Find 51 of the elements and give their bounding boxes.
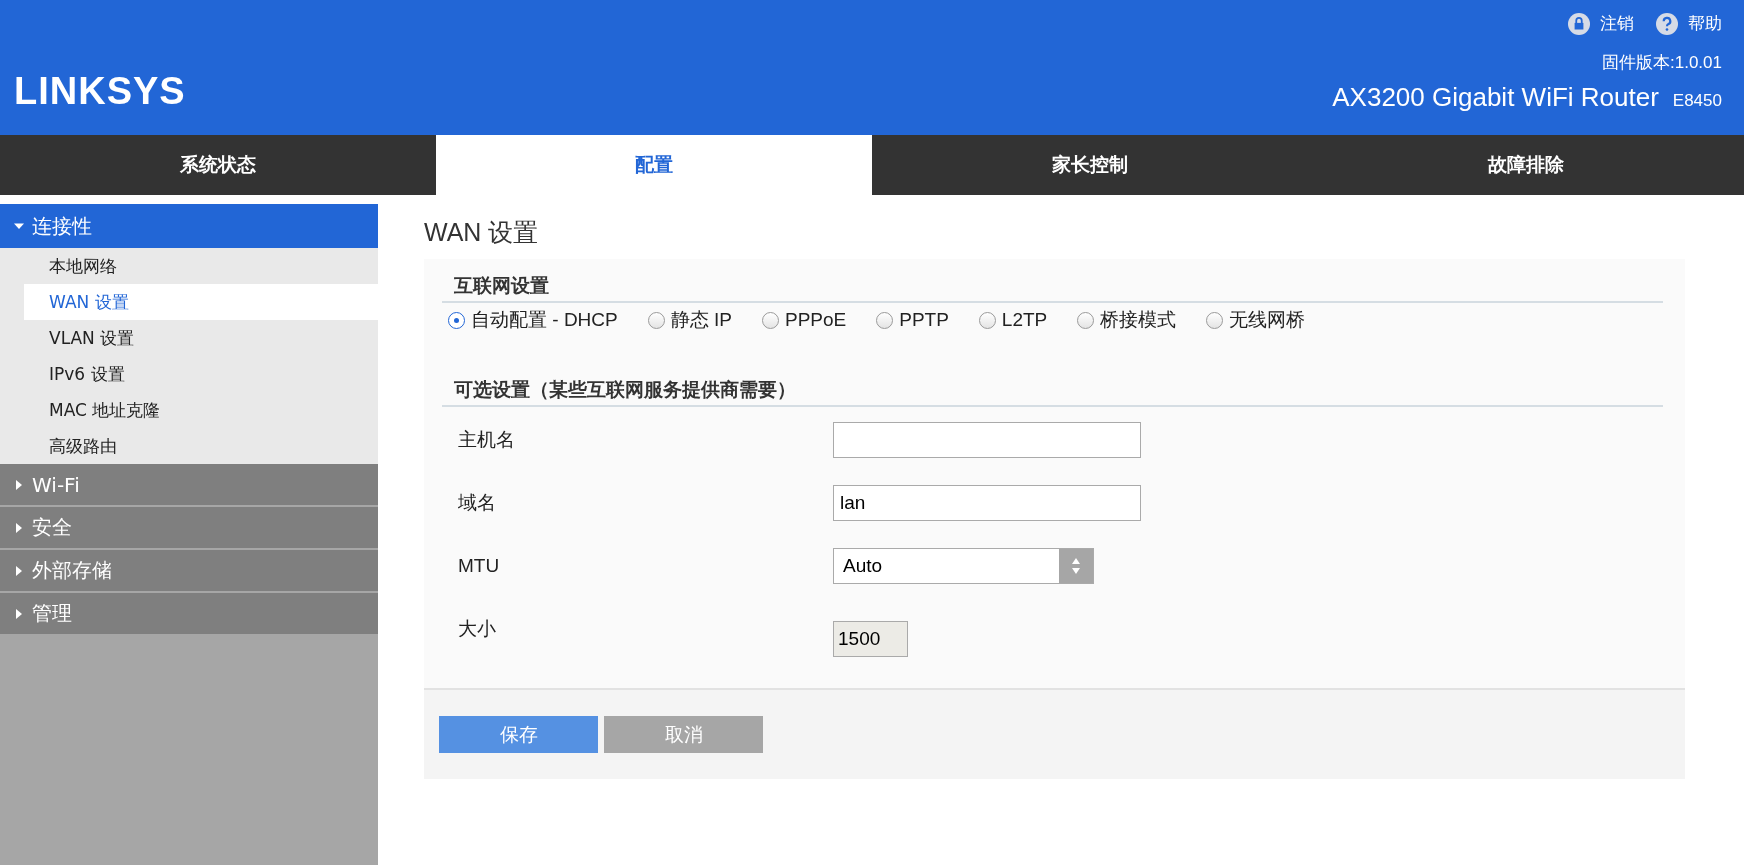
sidebar-item[interactable]: IPv6 设置 bbox=[24, 356, 378, 392]
field-label: 大小 bbox=[458, 617, 497, 641]
caret-right-icon bbox=[14, 522, 24, 533]
radio-button[interactable] bbox=[876, 311, 894, 329]
text-field[interactable] bbox=[833, 422, 1141, 458]
sidebar-group[interactable]: 连接性 bbox=[0, 204, 378, 248]
section-heading: 可选设置（某些互联网服务提供商需要） bbox=[442, 377, 1663, 407]
sidebar-group[interactable]: Wi-Fi bbox=[0, 464, 378, 507]
help-icon bbox=[1656, 12, 1678, 35]
radio-button[interactable] bbox=[647, 311, 665, 329]
radio-label: 静态 IP bbox=[670, 308, 732, 332]
caret-down-icon bbox=[14, 221, 24, 231]
header-link[interactable]: 帮助 bbox=[1656, 12, 1722, 35]
firmware-version: 固件版本:1.0.01 bbox=[1602, 52, 1722, 74]
radio-label: L2TP bbox=[1001, 309, 1048, 331]
page-title: WAN 设置 bbox=[424, 217, 540, 248]
caret-right-icon bbox=[14, 479, 24, 490]
radio-label: 桥接模式 bbox=[1100, 308, 1177, 332]
sidebar-item[interactable]: WAN 设置 bbox=[24, 284, 378, 320]
sidebar-item[interactable]: MAC 地址克隆 bbox=[24, 392, 378, 428]
logo: LINKSYS bbox=[14, 70, 186, 113]
field-label: 主机名 bbox=[458, 428, 516, 452]
radio-label: PPTP bbox=[899, 309, 949, 331]
sidebar-group[interactable]: 安全 bbox=[0, 507, 378, 550]
field-label: 域名 bbox=[458, 491, 497, 515]
field-label: MTU bbox=[458, 555, 501, 577]
spinner-icon bbox=[1059, 549, 1093, 583]
radio-label: 无线网桥 bbox=[1229, 308, 1306, 332]
radio-button[interactable] bbox=[448, 311, 465, 329]
text-field[interactable]: lan bbox=[833, 485, 1141, 521]
radio-label: 自动配置 - DHCP bbox=[471, 308, 618, 332]
caret-right-icon bbox=[14, 565, 24, 576]
sidebar-group[interactable]: 外部存储 bbox=[0, 550, 378, 593]
header-link[interactable]: 注销 bbox=[1568, 12, 1634, 35]
lock-icon bbox=[1568, 12, 1590, 35]
radio-button[interactable] bbox=[978, 311, 996, 329]
section-heading: 互联网设置 bbox=[442, 273, 1663, 303]
radio-button[interactable] bbox=[1206, 311, 1224, 329]
caret-right-icon bbox=[14, 608, 24, 619]
sidebar-item[interactable]: 高级路由 bbox=[24, 428, 378, 464]
model-number: E8450 bbox=[1672, 91, 1722, 111]
sidebar-item[interactable]: 本地网络 bbox=[24, 248, 378, 284]
product-name: AX3200 Gigabit WiFi Router bbox=[1332, 82, 1659, 113]
radio-button[interactable] bbox=[1077, 311, 1095, 329]
radio-button[interactable] bbox=[761, 311, 779, 329]
size-field[interactable]: 1500 bbox=[833, 621, 908, 657]
sidebar-item[interactable]: VLAN 设置 bbox=[24, 320, 378, 356]
mtu-select[interactable]: Auto bbox=[833, 548, 1094, 584]
nav-tab[interactable]: 配置 bbox=[436, 135, 872, 195]
sidebar-group[interactable]: 管理 bbox=[0, 593, 378, 636]
radio-label: PPPoE bbox=[784, 309, 847, 331]
